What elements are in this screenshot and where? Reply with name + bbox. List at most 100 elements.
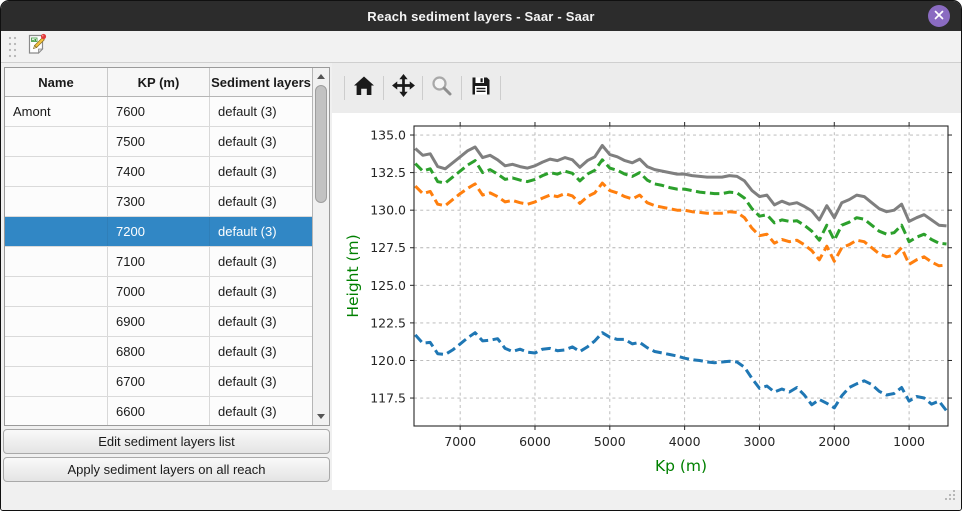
title-bar[interactable]: Reach sediment layers - Saar - Saar — [1, 1, 961, 31]
table-header: Name KP (m) Sediment layers — [5, 68, 312, 97]
header-name[interactable]: Name — [5, 68, 108, 96]
cell-name — [5, 397, 108, 425]
table-content: Name KP (m) Sediment layers Amont7600def… — [5, 68, 312, 425]
main-toolbar — [1, 31, 961, 63]
scrollbar-thumb[interactable] — [315, 85, 327, 203]
table-scrollbar[interactable] — [312, 68, 329, 425]
scroll-up-button[interactable] — [313, 69, 329, 84]
cell-kp: 7400 — [108, 157, 210, 186]
cell-name: Amont — [5, 97, 108, 126]
cell-layers: default (3) — [210, 187, 312, 216]
window-title: Reach sediment layers - Saar - Saar — [367, 9, 594, 24]
cell-kp: 6800 — [108, 337, 210, 366]
close-button[interactable] — [928, 5, 950, 27]
home-icon — [352, 74, 376, 103]
svg-text:122.5: 122.5 — [370, 315, 406, 330]
apply-sediment-layers-button[interactable]: Apply sediment layers on all reach — [3, 457, 330, 482]
x-tick-labels: 7000600050004000300020001000 — [444, 434, 925, 449]
zoom-icon — [430, 74, 454, 103]
cell-kp: 7300 — [108, 187, 210, 216]
scroll-down-button[interactable] — [313, 409, 329, 424]
edit-sediment-button[interactable] — [23, 33, 51, 61]
home-button[interactable] — [350, 73, 378, 103]
svg-text:120.0: 120.0 — [370, 353, 406, 368]
cell-name — [5, 367, 108, 396]
table-row[interactable]: 7400default (3) — [5, 157, 312, 187]
series-layer-top — [415, 146, 946, 226]
table-row[interactable]: 7000default (3) — [5, 277, 312, 307]
series-layer-bottom — [415, 333, 946, 411]
table-row[interactable]: 7200default (3) — [5, 217, 312, 247]
svg-text:6000: 6000 — [519, 434, 551, 449]
toolbar-grip-handle[interactable] — [7, 35, 17, 59]
cell-name — [5, 157, 108, 186]
cell-name — [5, 217, 108, 246]
chart-canvas[interactable]: 7000600050004000300020001000117.5120.012… — [332, 113, 961, 490]
cell-kp: 7100 — [108, 247, 210, 276]
cell-layers: default (3) — [210, 337, 312, 366]
plot-toolbar — [332, 63, 961, 113]
cell-name — [5, 277, 108, 306]
cell-layers: default (3) — [210, 367, 312, 396]
table-row[interactable]: 6900default (3) — [5, 307, 312, 337]
table-row[interactable]: Amont7600default (3) — [5, 97, 312, 127]
svg-text:117.5: 117.5 — [370, 391, 406, 406]
table-row[interactable]: 6600default (3) — [5, 397, 312, 425]
toolbar-separator — [500, 76, 501, 100]
zoom-button[interactable] — [428, 73, 456, 103]
y-tick-labels: 117.5120.0122.5125.0127.5130.0132.5135.0 — [370, 128, 406, 406]
cell-kp: 6900 — [108, 307, 210, 336]
app-window: Reach sediment layers - Saar - Saar — [0, 0, 962, 511]
save-button[interactable] — [467, 73, 495, 103]
header-kp[interactable]: KP (m) — [108, 68, 210, 96]
table-row[interactable]: 7300default (3) — [5, 187, 312, 217]
svg-text:5000: 5000 — [594, 434, 626, 449]
cell-name — [5, 247, 108, 276]
cell-kp: 7200 — [108, 217, 210, 246]
scroll-up-icon — [317, 74, 325, 79]
pan-icon — [391, 73, 416, 103]
toolbar-separator — [461, 76, 462, 100]
pan-button[interactable] — [389, 73, 417, 103]
close-icon — [934, 7, 944, 25]
toolbar-separator — [422, 76, 423, 100]
cell-layers: default (3) — [210, 397, 312, 425]
cell-kp: 7500 — [108, 127, 210, 156]
svg-text:132.5: 132.5 — [370, 165, 406, 180]
cell-layers: default (3) — [210, 217, 312, 246]
header-sediment-layers[interactable]: Sediment layers — [210, 68, 312, 96]
sediment-table: Name KP (m) Sediment layers Amont7600def… — [4, 67, 330, 426]
svg-text:125.0: 125.0 — [370, 278, 406, 293]
table-row[interactable]: 7100default (3) — [5, 247, 312, 277]
cell-kp: 6600 — [108, 397, 210, 425]
svg-text:7000: 7000 — [444, 434, 476, 449]
table-body: Amont7600default (3)7500default (3)7400d… — [5, 97, 312, 425]
x-axis-label: Kp (m) — [655, 457, 707, 475]
svg-text:4000: 4000 — [669, 434, 701, 449]
sediment-chart: 7000600050004000300020001000117.5120.012… — [332, 113, 961, 490]
table-row[interactable]: 6700default (3) — [5, 367, 312, 397]
svg-text:130.0: 130.0 — [370, 203, 406, 218]
svg-text:2000: 2000 — [818, 434, 850, 449]
cell-kp: 7000 — [108, 277, 210, 306]
cell-layers: default (3) — [210, 307, 312, 336]
cell-name — [5, 337, 108, 366]
cell-name — [5, 127, 108, 156]
edit-sediment-icon — [25, 32, 49, 61]
cell-name — [5, 307, 108, 336]
svg-text:135.0: 135.0 — [370, 128, 406, 143]
svg-text:1000: 1000 — [893, 434, 925, 449]
cell-layers: default (3) — [210, 97, 312, 126]
status-bar — [1, 490, 961, 510]
series-layer-3 — [415, 183, 946, 266]
cell-layers: default (3) — [210, 277, 312, 306]
scroll-down-icon — [317, 414, 325, 419]
save-icon — [469, 74, 493, 103]
toolbar-separator — [383, 76, 384, 100]
table-row[interactable]: 6800default (3) — [5, 337, 312, 367]
table-row[interactable]: 7500default (3) — [5, 127, 312, 157]
resize-grip[interactable] — [943, 488, 957, 507]
y-axis-label: Height (m) — [344, 234, 362, 317]
cell-layers: default (3) — [210, 157, 312, 186]
edit-sediment-layers-list-button[interactable]: Edit sediment layers list — [3, 429, 330, 454]
